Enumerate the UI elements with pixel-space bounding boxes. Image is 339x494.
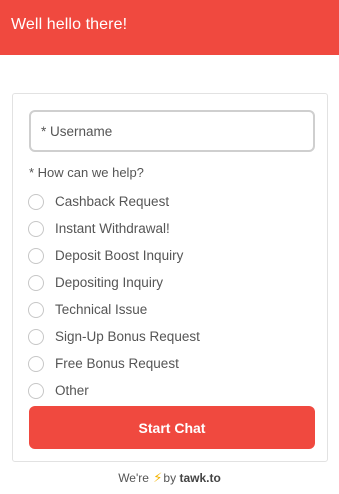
footer-prefix: We're: [118, 471, 149, 485]
option-instant-withdrawal[interactable]: Instant Withdrawal!: [28, 215, 200, 242]
chat-header: Well hello there!: [0, 0, 339, 55]
lightning-bolt-icon: ⚡: [153, 470, 163, 485]
option-label: Free Bonus Request: [55, 356, 179, 371]
username-input[interactable]: [29, 110, 315, 152]
option-label: Instant Withdrawal!: [55, 221, 170, 236]
tawkto-brand-link[interactable]: tawk.to: [179, 471, 220, 485]
radio-button[interactable]: [28, 274, 44, 291]
option-deposit-boost-inquiry[interactable]: Deposit Boost Inquiry: [28, 242, 200, 269]
radio-button[interactable]: [28, 328, 44, 345]
option-label: Other: [55, 383, 89, 398]
option-label: Technical Issue: [55, 302, 148, 317]
help-options-list: Cashback Request Instant Withdrawal! Dep…: [28, 188, 200, 404]
option-depositing-inquiry[interactable]: Depositing Inquiry: [28, 269, 200, 296]
radio-button[interactable]: [28, 382, 44, 399]
header-title: Well hello there!: [11, 16, 128, 33]
radio-button[interactable]: [28, 220, 44, 237]
powered-by-footer[interactable]: We're ⚡by tawk.to: [0, 470, 339, 486]
option-other[interactable]: Other: [28, 377, 200, 404]
radio-button[interactable]: [28, 355, 44, 372]
radio-button[interactable]: [28, 193, 44, 210]
option-label: Deposit Boost Inquiry: [55, 248, 184, 263]
option-label: Depositing Inquiry: [55, 275, 164, 290]
option-cashback-request[interactable]: Cashback Request: [28, 188, 200, 215]
footer-by: by: [163, 471, 177, 485]
option-free-bonus-request[interactable]: Free Bonus Request: [28, 350, 200, 377]
option-sign-up-bonus-request[interactable]: Sign-Up Bonus Request: [28, 323, 200, 350]
radio-button[interactable]: [28, 301, 44, 318]
option-label: Sign-Up Bonus Request: [55, 329, 200, 344]
help-question-label: * How can we help?: [29, 165, 144, 180]
start-chat-button[interactable]: Start Chat: [29, 406, 315, 449]
option-technical-issue[interactable]: Technical Issue: [28, 296, 200, 323]
radio-button[interactable]: [28, 247, 44, 264]
prechat-form: * How can we help? Cashback Request Inst…: [12, 93, 328, 462]
option-label: Cashback Request: [55, 194, 170, 209]
